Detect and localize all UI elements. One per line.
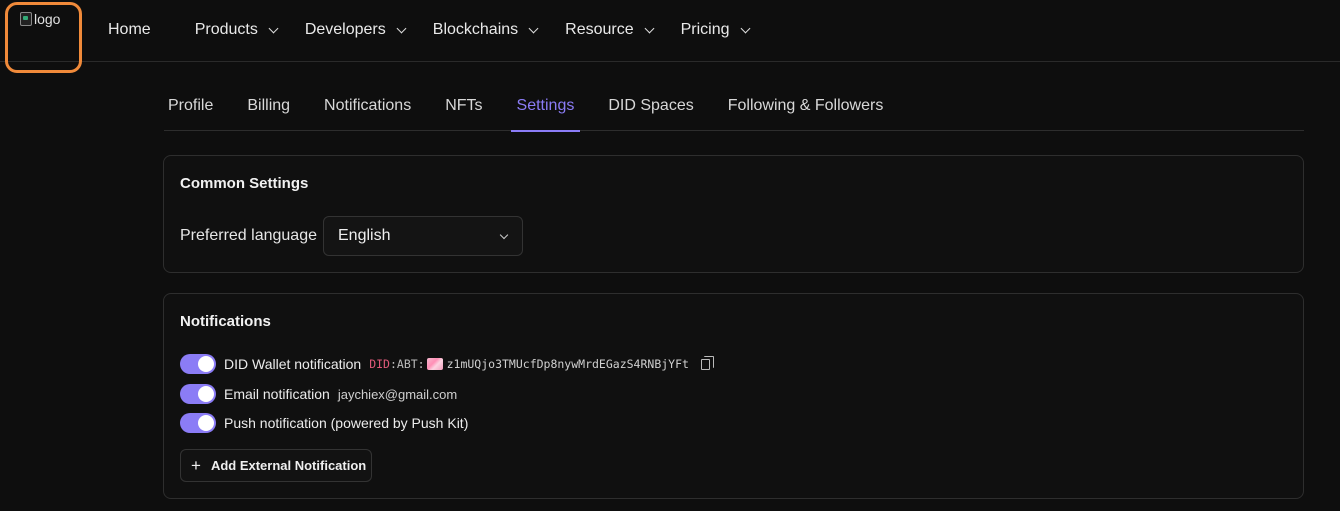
did-prefix: DID [369, 357, 390, 371]
nav-resource-label: Resource [565, 21, 634, 38]
preferred-language-label: Preferred language [180, 227, 317, 244]
nav-developers[interactable]: Developers [304, 21, 407, 39]
notifications-card: Notifications DID Wallet notification DI… [163, 293, 1304, 499]
chevron-down-icon [644, 23, 655, 33]
nav-home[interactable]: Home [108, 21, 151, 39]
push-notification-toggle[interactable] [180, 413, 216, 433]
email-notification-toggle[interactable] [180, 384, 216, 404]
push-notification-label: Push notification (powered by Push Kit) [224, 415, 469, 431]
broken-image-icon [20, 12, 32, 26]
tab-profile[interactable]: Profile [164, 88, 219, 131]
tab-nfts[interactable]: NFTs [439, 88, 488, 131]
add-external-notification-button[interactable]: + Add External Notification [180, 449, 372, 482]
notifications-title: Notifications [180, 313, 271, 330]
did-wallet-notification-row: DID Wallet notification DID :ABT: z1mUQj… [180, 353, 714, 375]
nav-developers-label: Developers [304, 21, 386, 38]
chevron-down-icon [740, 23, 750, 33]
chevron-down-icon [528, 23, 539, 33]
nav-resource[interactable]: Resource [565, 21, 655, 39]
did-address: DID :ABT: z1mUQjo3TMUcfDp8nywMrdEGazS4RN… [369, 357, 689, 371]
main-nav: Home Products Developers Blockchains Res… [108, 0, 777, 60]
did-wallet-notification-label: DID Wallet notification [224, 356, 362, 372]
did-method: :ABT: [389, 357, 425, 371]
nav-pricing-label: Pricing [680, 21, 730, 38]
language-select[interactable]: English [323, 216, 523, 256]
tab-settings[interactable]: Settings [510, 88, 581, 132]
push-notification-row: Push notification (powered by Push Kit) [180, 412, 468, 434]
logo-highlight[interactable]: logo [5, 2, 82, 73]
tab-billing[interactable]: Billing [241, 88, 296, 131]
did-avatar-icon [426, 358, 443, 370]
plus-icon: + [191, 456, 201, 475]
tab-did-spaces[interactable]: DID Spaces [602, 88, 699, 131]
settings-tabs: Profile Billing Notifications NFTs Setti… [164, 88, 1304, 132]
logo-alt-text: logo [34, 11, 61, 27]
did-address-value: z1mUQjo3TMUcfDp8nywMrdEGazS4RNBjYFt [446, 357, 689, 371]
tab-notifications[interactable]: Notifications [318, 88, 417, 131]
common-settings-card: Common Settings Preferred language Engli… [163, 155, 1304, 273]
nav-blockchains[interactable]: Blockchains [432, 21, 539, 39]
chevron-down-icon [268, 23, 279, 33]
copy-icon[interactable] [700, 355, 714, 370]
chevron-down-icon [396, 23, 407, 33]
nav-blockchains-label: Blockchains [432, 21, 519, 38]
email-notification-label: Email notification [224, 386, 330, 402]
add-external-notification-label: Add External Notification [210, 458, 367, 473]
top-navigation: logo Home Products Developers Blockchain… [0, 0, 1340, 73]
chevron-down-icon [499, 230, 509, 240]
nav-products-label: Products [194, 21, 258, 38]
common-settings-title: Common Settings [180, 175, 309, 192]
nav-products[interactable]: Products [194, 21, 279, 39]
tab-following-followers[interactable]: Following & Followers [722, 88, 890, 131]
email-notification-row: Email notification jaychiex@gmail.com [180, 383, 457, 405]
language-select-value: English [338, 227, 391, 244]
email-address: jaychiex@gmail.com [337, 386, 458, 402]
logo[interactable]: logo [20, 11, 60, 27]
did-wallet-notification-toggle[interactable] [180, 354, 216, 374]
nav-pricing[interactable]: Pricing [680, 21, 750, 39]
nav-home-label: Home [108, 21, 151, 38]
